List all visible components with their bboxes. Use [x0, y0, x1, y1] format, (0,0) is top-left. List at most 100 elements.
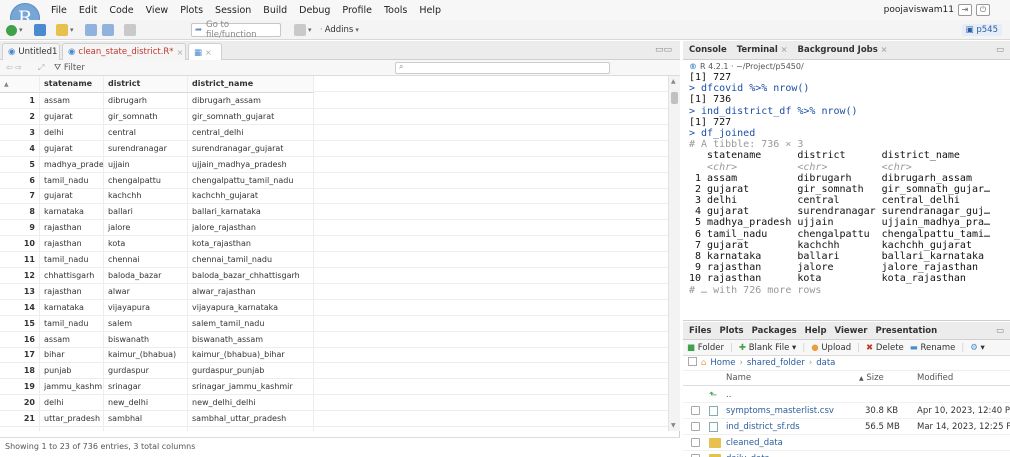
menu-view[interactable]: View: [146, 5, 169, 16]
row-checkbox[interactable]: [691, 438, 700, 447]
table-row[interactable]: 16 assam biswanath biswanath_assam: [0, 331, 668, 348]
tab-data-view[interactable]: ▦ ×: [188, 43, 222, 61]
pane-minimize-icon[interactable]: ▭: [996, 326, 1004, 336]
table-row[interactable]: 17 bihar kaimur_(bhabua) kaimur_(bhabua)_bi…: [0, 347, 668, 364]
row-checkbox[interactable]: [691, 422, 700, 431]
table-row[interactable]: 18 punjab gurdaspur gurdaspur_punjab: [0, 363, 668, 380]
new-file-button[interactable]: ▾: [6, 23, 23, 37]
table-row[interactable]: 15 tamil_nadu salem salem_tamil_nadu: [0, 315, 668, 332]
menu-edit[interactable]: Edit: [79, 5, 97, 16]
table-row[interactable]: 1 assam dibrugarh dibrugarh_assam: [0, 93, 668, 109]
folder-row[interactable]: daily_data: [683, 451, 1010, 457]
file-name[interactable]: daily_data: [726, 454, 770, 457]
table-row[interactable]: 7 gujarat kachchh kachchh_gujarat: [0, 188, 668, 205]
more-button[interactable]: ⚙ ▾: [970, 343, 985, 353]
project-badge[interactable]: ▣ p545: [961, 24, 1002, 36]
scrollbar-thumb[interactable]: [671, 92, 678, 104]
menu-code[interactable]: Code: [109, 5, 133, 16]
tab-terminal[interactable]: Terminal ×: [737, 45, 788, 55]
file-name[interactable]: cleaned_data: [726, 438, 783, 448]
column-header-statename[interactable]: statename: [40, 76, 104, 93]
table-row[interactable]: 20 delhi new_delhi new_delhi_delhi: [0, 395, 668, 412]
table-row[interactable]: 5madhya_pradeshujjainujjain_madhya_prade…: [0, 156, 668, 173]
size-column-header[interactable]: ▲ Size: [859, 373, 884, 383]
table-row[interactable]: 2 gujarat gir_somnath gir_somnath_gujarat: [0, 108, 668, 125]
new-folder-button[interactable]: ■ Folder: [687, 343, 724, 353]
blank-file-button[interactable]: ✚ Blank File ▾: [739, 343, 796, 353]
upload-button[interactable]: ● Upload: [811, 343, 851, 353]
addins-menu[interactable]: · Addins ▾: [320, 23, 359, 37]
table-row[interactable]: 13 rajasthan alwar alwar_rajasthan: [0, 283, 668, 300]
table-row[interactable]: 11 tamil_nadu chennai chennai_tamil_nadu: [0, 252, 668, 268]
name-column-header[interactable]: Name: [726, 373, 751, 383]
new-project-button[interactable]: [34, 23, 46, 37]
tab-help[interactable]: Help: [805, 326, 827, 336]
modified-column-header[interactable]: Modified: [917, 373, 953, 383]
table-row[interactable]: 9 rajasthan jalore jalore_rajasthan: [0, 220, 668, 237]
sign-out-icon[interactable]: ⇥: [958, 4, 972, 16]
file-name[interactable]: ind_district_sf.rds: [726, 422, 800, 432]
save-button[interactable]: [85, 23, 97, 37]
file-name[interactable]: ..: [726, 390, 731, 400]
print-button[interactable]: [124, 23, 136, 37]
tab-console[interactable]: Console: [689, 45, 727, 55]
file-name[interactable]: symptoms_masterlist.csv: [726, 406, 834, 416]
pane-minimize-icon[interactable]: ▭▭: [655, 45, 672, 55]
filter-button[interactable]: ⛛ Filter: [54, 63, 85, 73]
vertical-scrollbar[interactable]: ▲ ▼: [668, 76, 680, 431]
menu-help[interactable]: Help: [419, 5, 441, 16]
open-file-button[interactable]: ▾: [56, 23, 74, 37]
breadcrumb-data[interactable]: data: [816, 358, 835, 368]
table-row[interactable]: 21 uttar_pradesh sambhal sambhal_uttar_prad…: [0, 411, 668, 427]
table-row[interactable]: 14 karnataka vijayapura vijayapura_karnatak…: [0, 299, 668, 316]
scroll-up-icon[interactable]: ▲: [671, 78, 676, 85]
rename-button[interactable]: ▬ Rename: [910, 343, 956, 353]
save-all-button[interactable]: [102, 23, 114, 37]
table-search-input[interactable]: ⌕: [395, 62, 610, 74]
tab-clean-state-district[interactable]: ◉ clean_state_district.R* ×: [62, 43, 186, 60]
tab-viewer[interactable]: Viewer: [835, 326, 868, 336]
power-icon[interactable]: ⏻: [976, 4, 990, 16]
column-header-district[interactable]: district: [104, 76, 188, 93]
console-output[interactable]: [1] 727 > dfcovid %>% nrow() [1] 736 > ind_…: [689, 72, 1007, 321]
table-row[interactable]: 10 rajasthan kota kota_rajasthan: [0, 236, 668, 253]
tab-plots[interactable]: Plots: [719, 326, 743, 336]
table-row[interactable]: 19 jammu_kashmir srinagar srinagar_jammu_ka…: [0, 379, 668, 396]
tab-files[interactable]: Files: [689, 326, 711, 336]
tab-background-jobs[interactable]: Background Jobs ×: [798, 45, 888, 55]
file-row[interactable]: symptoms_masterlist.csv 30.8 KB Apr 10, 20…: [683, 403, 1010, 419]
parent-dir-row[interactable]: ⬑..: [683, 387, 1010, 403]
file-row[interactable]: ind_district_sf.rds 56.5 MB Mar 14, 2023, …: [683, 419, 1010, 435]
popout-icon[interactable]: ⤢: [38, 63, 44, 73]
tab-packages[interactable]: Packages: [752, 326, 797, 336]
folder-row[interactable]: cleaned_data: [683, 435, 1010, 451]
menu-session[interactable]: Session: [215, 5, 251, 16]
tab-presentation[interactable]: Presentation: [875, 326, 937, 336]
menu-tools[interactable]: Tools: [384, 5, 407, 16]
grid-button[interactable]: ▾: [294, 23, 312, 37]
menu-profile[interactable]: Profile: [342, 5, 372, 16]
table-row[interactable]: 8 karnataka ballari ballari_karnataka: [0, 204, 668, 221]
table-row[interactable]: 12 chhattisgarh baloda_bazar baloda_bazar_c…: [0, 267, 668, 284]
scroll-down-icon[interactable]: ▼: [671, 422, 676, 429]
back-icon[interactable]: ⇦ ⇨: [6, 63, 22, 72]
tab-untitled1[interactable]: ◉ Untitled1 ×: [2, 43, 67, 60]
table-row[interactable]: 22uttar_pradeshkanpur_nagarkanpur_nagar_…: [0, 426, 668, 431]
menu-plots[interactable]: Plots: [180, 5, 203, 16]
column-header-index[interactable]: ▲: [0, 76, 40, 93]
pane-minimize-icon[interactable]: ▭: [996, 45, 1004, 55]
select-all-checkbox[interactable]: [688, 357, 697, 366]
breadcrumb-shared-folder[interactable]: shared_folder: [747, 358, 805, 368]
table-row[interactable]: 4 gujarat surendranagar surendranagar_gujar…: [0, 140, 668, 157]
close-icon[interactable]: ×: [177, 48, 184, 57]
table-row[interactable]: 6 tamil_nadu chengalpattu chengalpattu_tami…: [0, 172, 668, 189]
row-checkbox[interactable]: [691, 406, 700, 415]
close-icon[interactable]: ×: [205, 48, 212, 57]
menu-debug[interactable]: Debug: [299, 5, 330, 16]
menu-build[interactable]: Build: [263, 5, 287, 16]
goto-file-input[interactable]: ➦ Go to file/function: [191, 20, 281, 40]
username[interactable]: poojaviswam11: [884, 5, 954, 15]
table-row[interactable]: 3 delhi central central_delhi: [0, 124, 668, 141]
column-header-district-name[interactable]: district_name: [188, 76, 314, 93]
breadcrumb-home[interactable]: Home: [710, 358, 735, 368]
